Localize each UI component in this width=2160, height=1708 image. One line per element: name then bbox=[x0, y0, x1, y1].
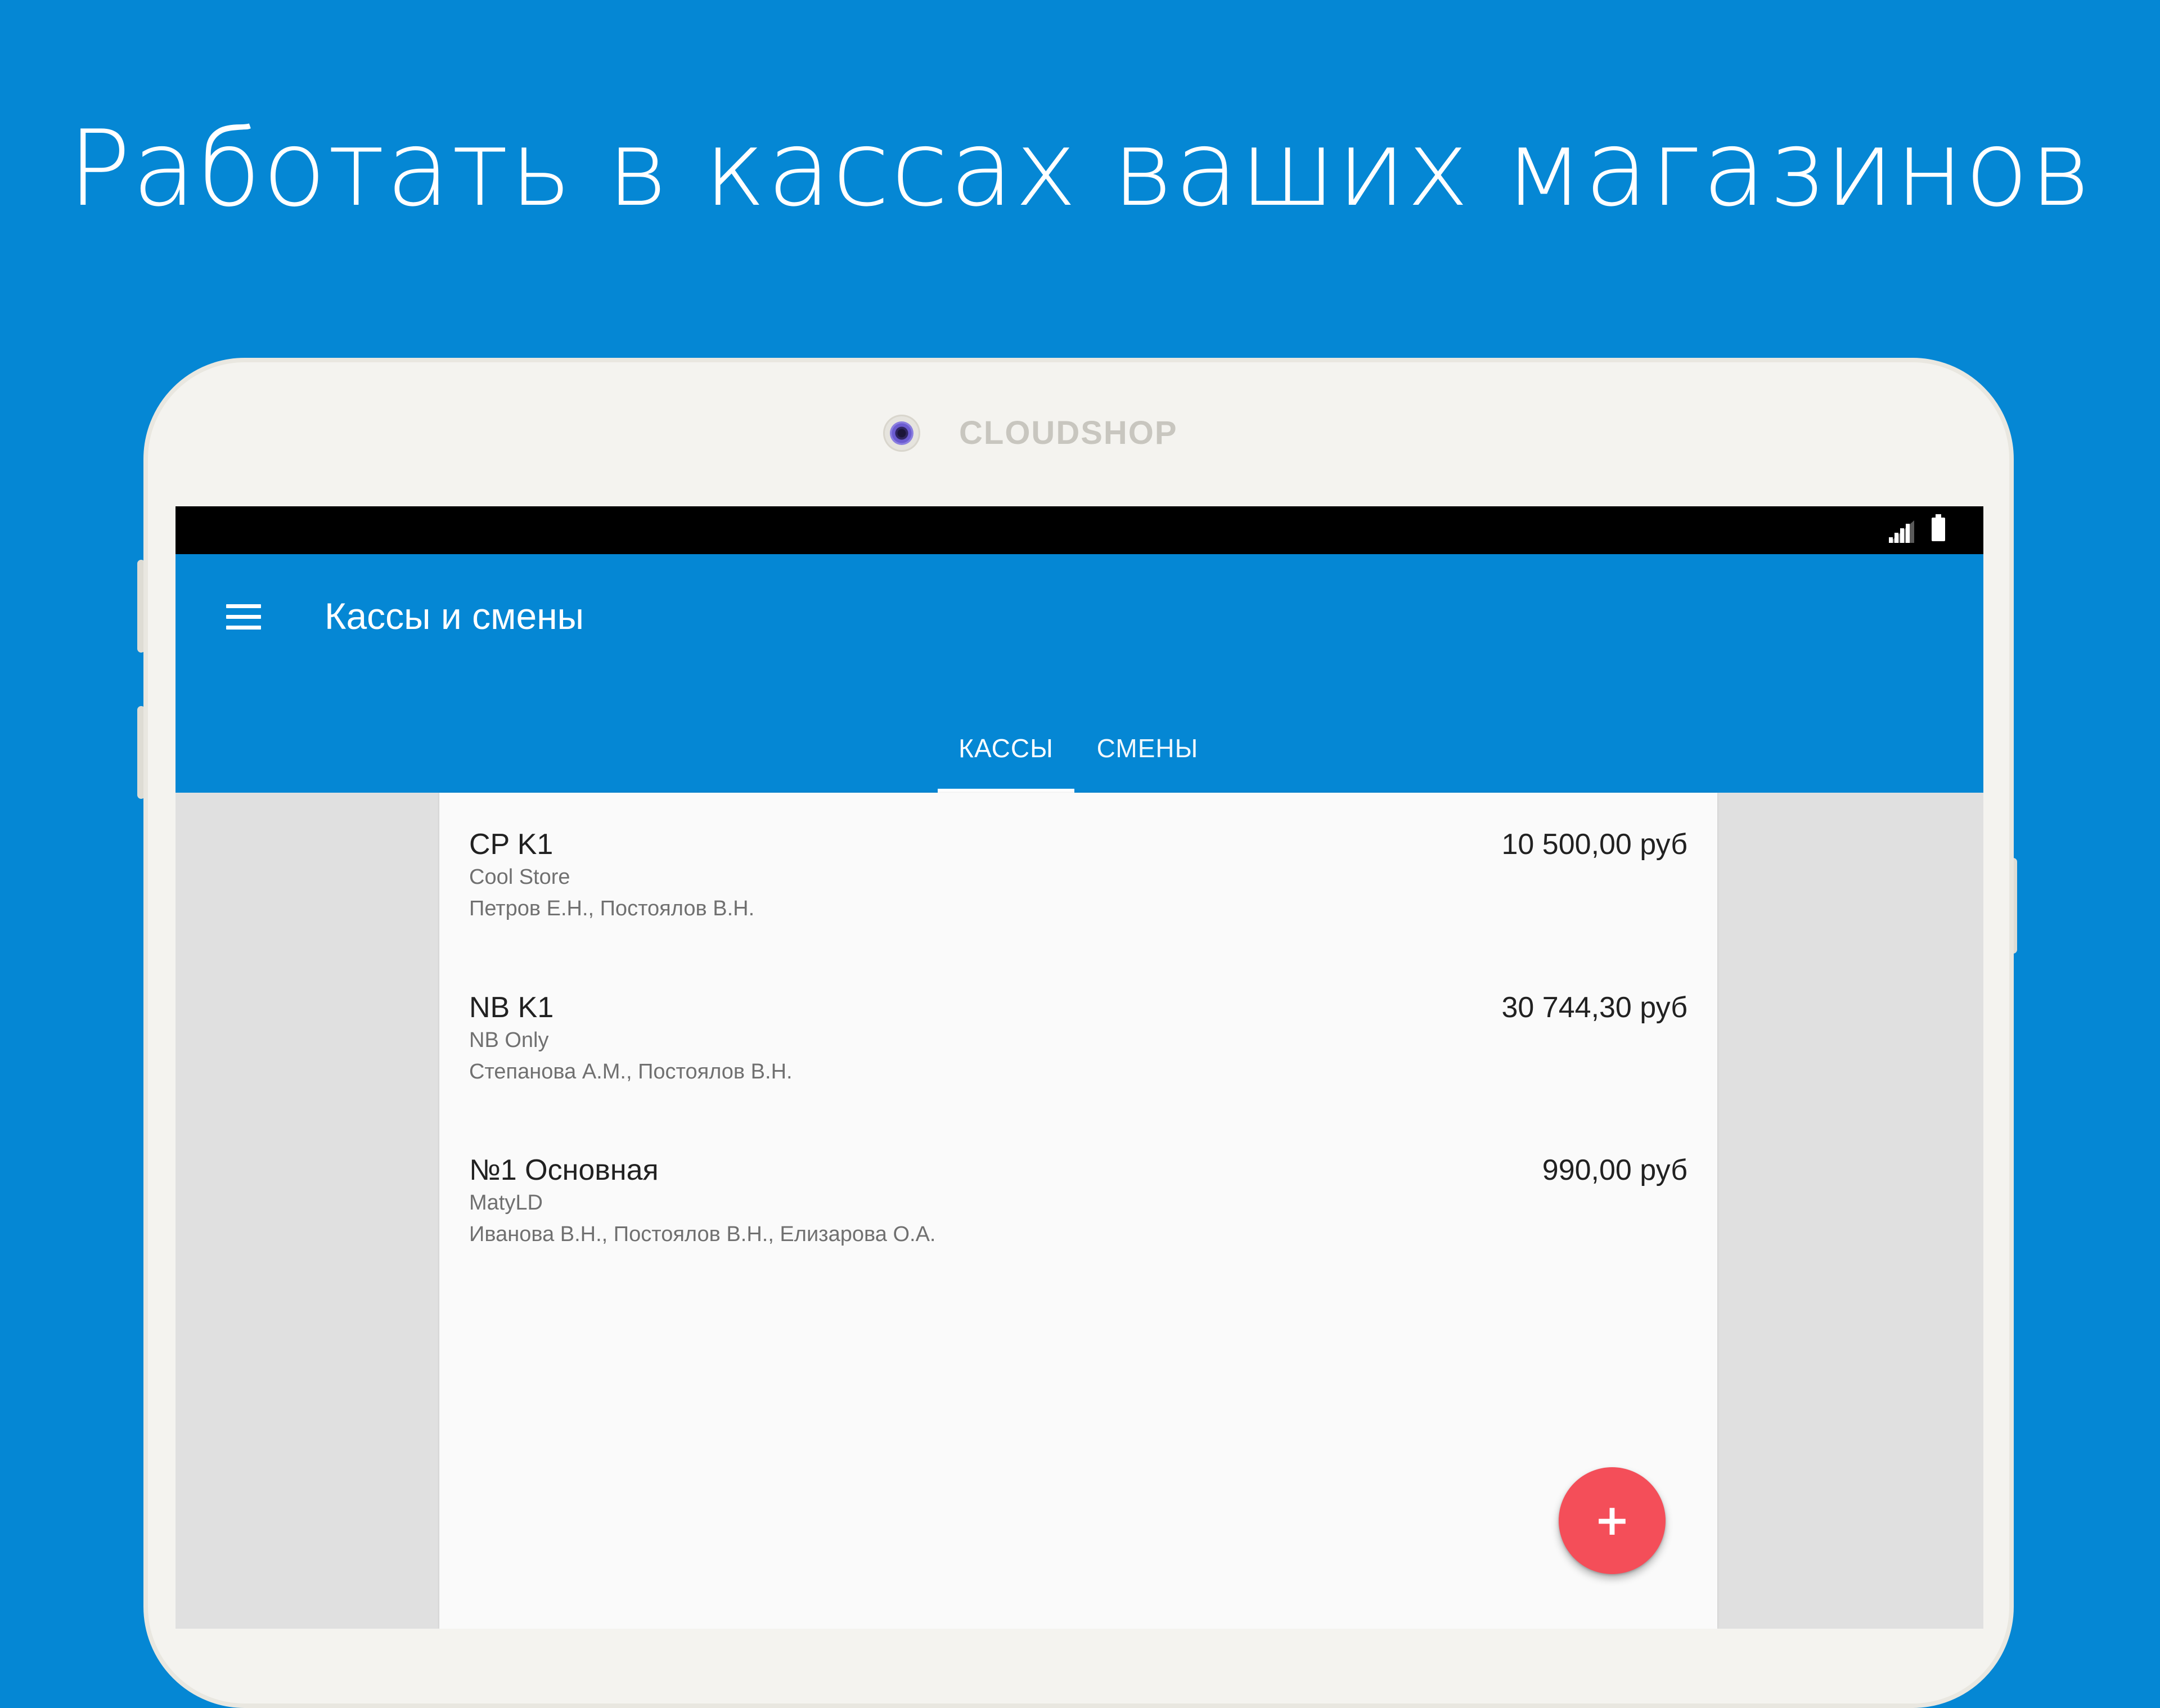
signal-icon bbox=[1889, 520, 1914, 543]
register-amount: 10 500,00 руб bbox=[1501, 828, 1688, 861]
camera-icon bbox=[883, 415, 920, 452]
headline: Работать в кассах ваших магазинов bbox=[68, 107, 2092, 230]
register-staff: Иванова В.Н., Постоялов В.Н., Елизарова … bbox=[469, 1222, 936, 1246]
tab-shifts[interactable]: СМЕНЫ bbox=[1074, 706, 1221, 790]
register-amount: 990,00 руб bbox=[1542, 1154, 1688, 1186]
list-item[interactable]: CP K1 Cool Store Петров Е.Н., Постоялов … bbox=[439, 793, 1717, 956]
app-bar: Кассы и смены КАССЫ СМЕНЫ bbox=[176, 554, 1983, 793]
battery-icon bbox=[1932, 514, 1945, 541]
register-name: CP K1 bbox=[469, 828, 554, 861]
app-screen: Кассы и смены КАССЫ СМЕНЫ CP K1 Cool Sto… bbox=[176, 506, 1983, 1629]
device-brand: CLOUDSHOP bbox=[959, 415, 1178, 451]
plus-icon: + bbox=[1594, 1495, 1630, 1545]
menu-icon[interactable] bbox=[226, 604, 261, 630]
register-name: NB K1 bbox=[469, 991, 554, 1024]
add-register-button[interactable]: + bbox=[1559, 1467, 1666, 1574]
tab-registers[interactable]: КАССЫ bbox=[938, 706, 1074, 790]
status-bar bbox=[176, 506, 1983, 554]
register-store: Cool Store bbox=[469, 865, 570, 889]
list-item[interactable]: №1 Основная MatyLD Иванова В.Н., Постоял… bbox=[439, 1118, 1717, 1282]
register-store: MatyLD bbox=[469, 1191, 543, 1215]
registers-list: CP K1 Cool Store Петров Е.Н., Постоялов … bbox=[439, 793, 1717, 1629]
register-staff: Петров Е.Н., Постоялов В.Н. bbox=[469, 897, 755, 920]
register-name: №1 Основная bbox=[469, 1154, 659, 1186]
page-title: Кассы и смены bbox=[325, 595, 584, 637]
register-amount: 30 744,30 руб bbox=[1501, 991, 1688, 1024]
list-item[interactable]: NB K1 NB Only Степанова А.М., Постоялов … bbox=[439, 956, 1717, 1119]
tab-indicator bbox=[938, 789, 1074, 793]
register-staff: Степанова А.М., Постоялов В.Н. bbox=[469, 1060, 793, 1084]
register-store: NB Only bbox=[469, 1028, 549, 1052]
